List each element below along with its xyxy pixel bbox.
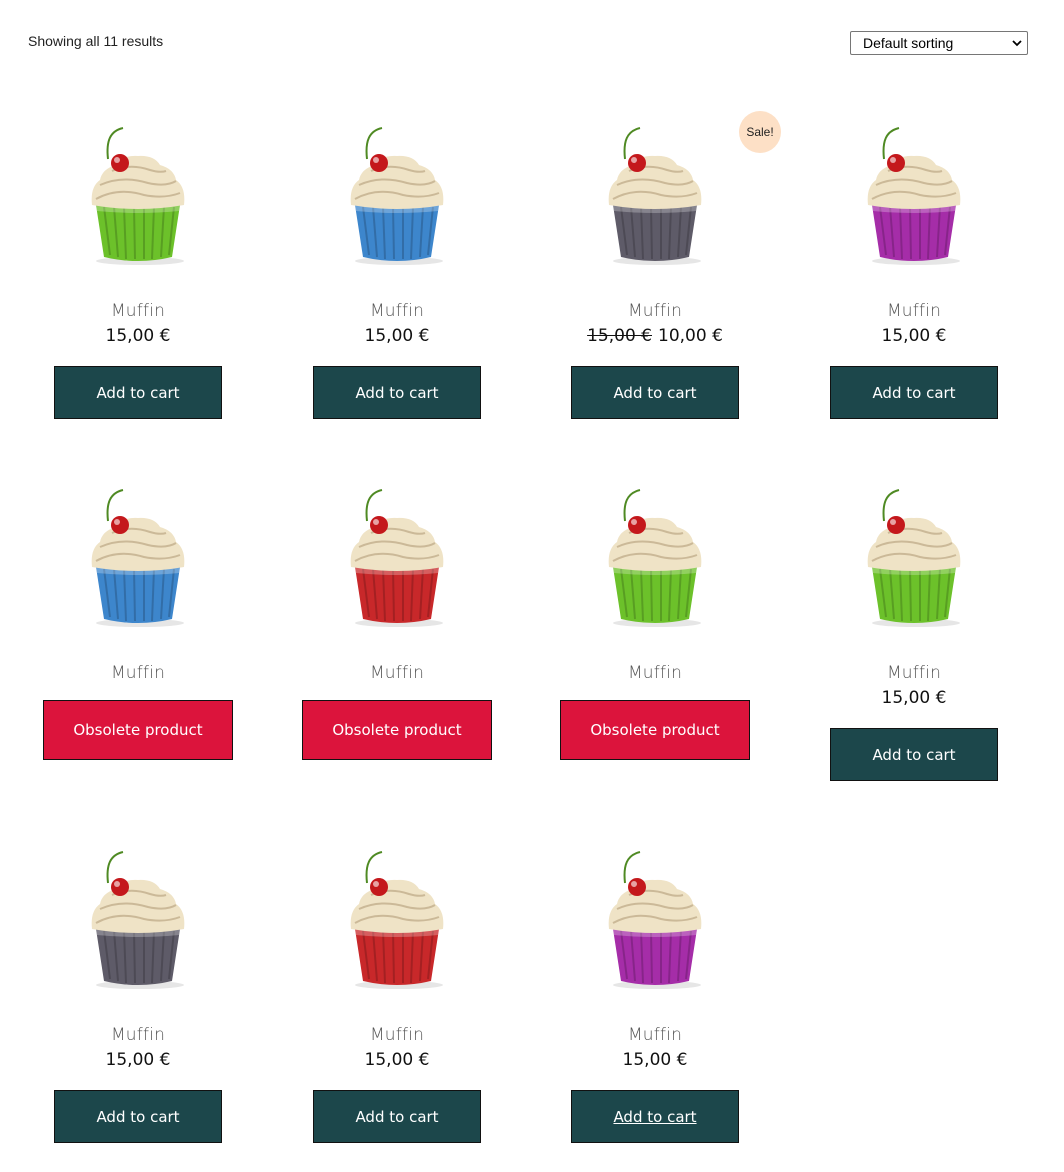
product-price: 15,00 € [882,325,947,347]
product-title[interactable]: Muffin [887,301,941,321]
product-title[interactable]: Muffin [628,663,682,683]
add-to-cart-button[interactable]: Add to cart [571,366,739,419]
product-image[interactable] [595,487,715,637]
product-card: Muffin 15,00 € Add to cart [28,125,248,419]
product-title[interactable]: Muffin [111,301,165,321]
product-price: 15,00 € [882,687,947,709]
sorting-select[interactable]: Default sorting [850,31,1028,55]
product-price: 15,00 € [365,1049,430,1071]
button-label: Add to cart [613,1107,697,1126]
product-card: Muffin Obsolete product [545,487,765,760]
product-card: Muffin 15,00 € Add to cart [804,487,1024,781]
button-label: Add to cart [872,745,956,764]
product-image[interactable] [78,125,198,275]
product-card: Muffin 15,00 € Add to cart [28,849,248,1143]
button-label: Obsolete product [73,721,203,739]
obsolete-product-button[interactable]: Obsolete product [43,700,233,760]
product-current-price: 15,00 € [622,1050,688,1070]
button-label: Add to cart [96,383,180,402]
product-price: 15,00 € [365,325,430,347]
product-price: 15,00 € [106,325,171,347]
product-current-price: 15,00 € [364,1050,430,1070]
obsolete-product-button[interactable]: Obsolete product [560,700,750,760]
product-card: Muffin 15,00 € Add to cart [804,125,1024,419]
button-label: Add to cart [355,383,439,402]
product-card: Muffin 15,00 € 10,00 € Add to cart [545,125,765,419]
sale-badge: Sale! [739,111,781,153]
product-card: Muffin 15,00 € Add to cart [287,125,507,419]
button-label: Add to cart [613,383,697,402]
add-to-cart-button[interactable]: Add to cart [54,366,222,419]
product-title[interactable]: Muffin [370,663,424,683]
product-title[interactable]: Muffin [370,301,424,321]
product-image[interactable] [595,849,715,999]
product-old-price: 15,00 € [587,326,652,346]
button-label: Add to cart [872,383,956,402]
product-image[interactable] [337,849,457,999]
product-title[interactable]: Muffin [370,1025,424,1045]
product-card: Muffin 15,00 € Add to cart [287,849,507,1143]
product-price: 15,00 € 10,00 € [587,325,723,347]
product-image[interactable] [854,125,974,275]
add-to-cart-button[interactable]: Add to cart [313,366,481,419]
product-card: Muffin Obsolete product [28,487,248,760]
button-label: Add to cart [96,1107,180,1126]
chevron-down-icon [1011,37,1023,49]
button-label: Obsolete product [332,721,462,739]
product-image[interactable] [854,487,974,637]
product-current-price: 15,00 € [364,326,430,346]
product-card: Muffin Obsolete product [287,487,507,760]
product-price: 15,00 € [623,1049,688,1071]
result-count: Showing all 11 results [28,33,164,49]
product-image[interactable] [337,487,457,637]
add-to-cart-button[interactable]: Add to cart [54,1090,222,1143]
product-image[interactable] [78,487,198,637]
product-title[interactable]: Muffin [111,663,165,683]
product-current-price: 15,00 € [881,688,947,708]
product-title[interactable]: Muffin [887,663,941,683]
product-current-price: 15,00 € [105,326,171,346]
product-title[interactable]: Muffin [628,1025,682,1045]
product-image[interactable] [337,125,457,275]
product-title[interactable]: Muffin [111,1025,165,1045]
button-label: Obsolete product [590,721,720,739]
product-image[interactable] [595,125,715,275]
product-current-price: 10,00 € [658,326,723,346]
product-current-price: 15,00 € [105,1050,171,1070]
product-image[interactable] [78,849,198,999]
product-card: Muffin 15,00 € Add to cart [545,849,765,1143]
add-to-cart-button[interactable]: Add to cart [571,1090,739,1143]
product-current-price: 15,00 € [881,326,947,346]
add-to-cart-button[interactable]: Add to cart [830,728,998,781]
product-title[interactable]: Muffin [628,301,682,321]
add-to-cart-button[interactable]: Add to cart [830,366,998,419]
button-label: Add to cart [355,1107,439,1126]
add-to-cart-button[interactable]: Add to cart [313,1090,481,1143]
obsolete-product-button[interactable]: Obsolete product [302,700,492,760]
product-price: 15,00 € [106,1049,171,1071]
sorting-select-value: Default sorting [863,35,954,51]
